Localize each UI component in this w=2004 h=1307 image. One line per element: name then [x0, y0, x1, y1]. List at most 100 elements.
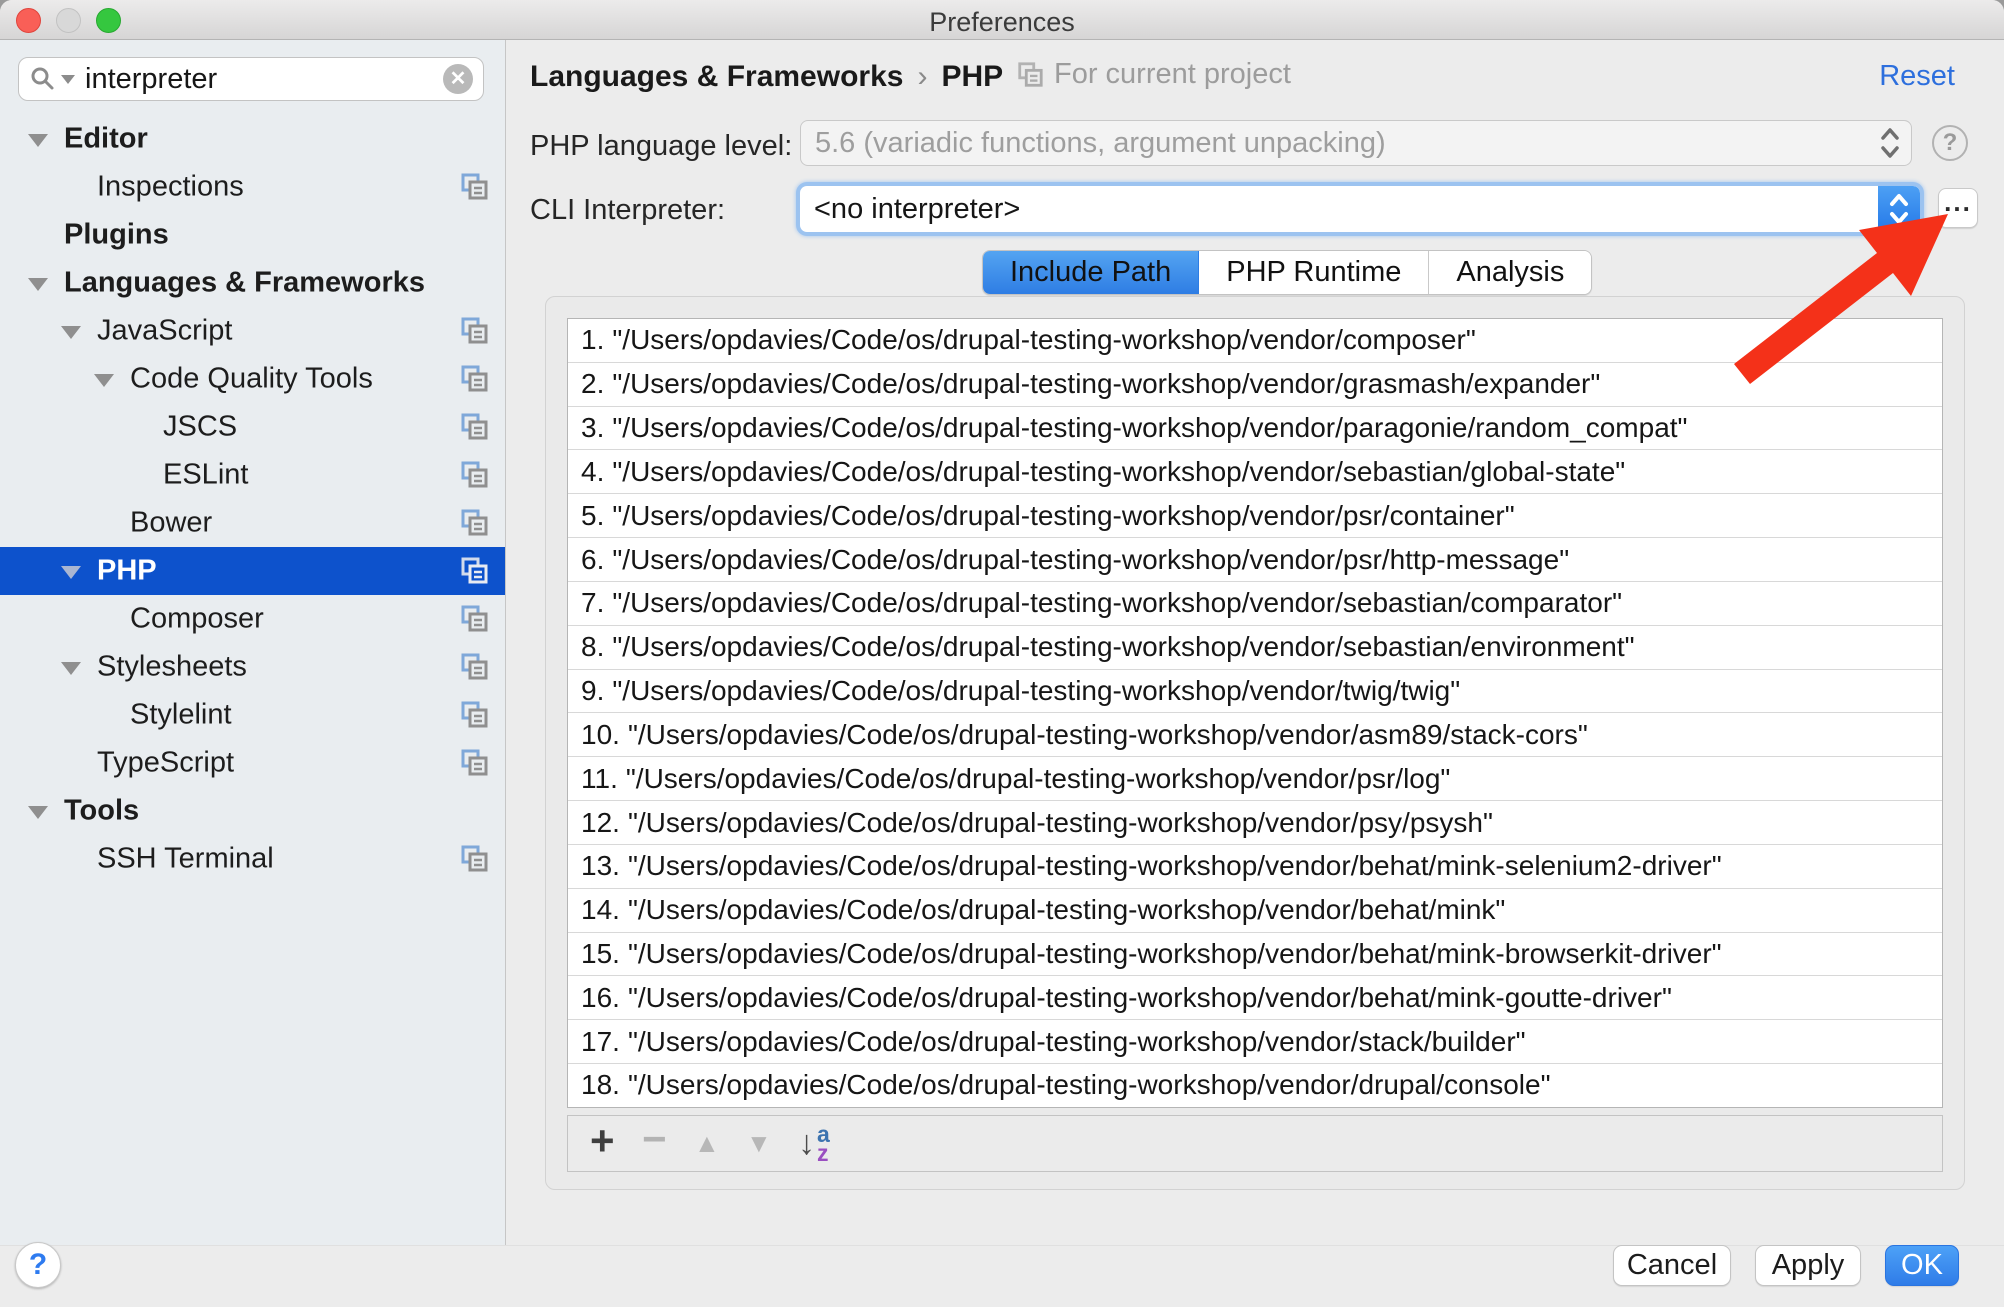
include-path-row[interactable]: 7."/Users/opdavies/Code/os/drupal-testin…: [568, 581, 1942, 625]
expand-arrow-icon[interactable]: [28, 806, 48, 819]
path-text: "/Users/opdavies/Code/os/drupal-testing-…: [612, 587, 1622, 619]
include-path-row[interactable]: 12."/Users/opdavies/Code/os/drupal-testi…: [568, 800, 1942, 844]
include-path-row[interactable]: 6."/Users/opdavies/Code/os/drupal-testin…: [568, 537, 1942, 581]
sidebar-item-label: Composer: [130, 603, 264, 636]
sidebar-item-editor[interactable]: Editor: [0, 115, 505, 163]
sidebar-item-php[interactable]: PHP: [0, 547, 505, 595]
sidebar-item-eslint[interactable]: ESLint: [0, 451, 505, 499]
include-path-row[interactable]: 10."/Users/opdavies/Code/os/drupal-testi…: [568, 712, 1942, 756]
copy-pages-icon: [459, 700, 489, 730]
scope-label: For current project: [1054, 58, 1291, 91]
sidebar-item-tools[interactable]: Tools: [0, 787, 505, 835]
sidebar-item-jscs[interactable]: JSCS: [0, 403, 505, 451]
cancel-button[interactable]: Cancel: [1613, 1245, 1731, 1286]
include-path-row[interactable]: 9."/Users/opdavies/Code/os/drupal-testin…: [568, 669, 1942, 713]
path-number: 12.: [581, 807, 620, 839]
sidebar-item-plugins[interactable]: Plugins: [0, 211, 505, 259]
path-text: "/Users/opdavies/Code/os/drupal-testing-…: [612, 324, 1475, 356]
sidebar-item-javascript[interactable]: JavaScript: [0, 307, 505, 355]
sidebar-item-code-quality-tools[interactable]: Code Quality Tools: [0, 355, 505, 403]
include-path-row[interactable]: 16."/Users/opdavies/Code/os/drupal-testi…: [568, 975, 1942, 1019]
sidebar-item-ssh-terminal[interactable]: SSH Terminal: [0, 835, 505, 883]
path-text: "/Users/opdavies/Code/os/drupal-testing-…: [628, 1069, 1551, 1101]
tab-include-path[interactable]: Include Path: [983, 251, 1199, 294]
move-up-button[interactable]: ▲: [694, 1128, 746, 1159]
tab-analysis[interactable]: Analysis: [1429, 251, 1591, 294]
sidebar-item-bower[interactable]: Bower: [0, 499, 505, 547]
sidebar-item-stylelint[interactable]: Stylelint: [0, 691, 505, 739]
sidebar-item-languages-frameworks[interactable]: Languages & Frameworks: [0, 259, 505, 307]
include-path-row[interactable]: 11."/Users/opdavies/Code/os/drupal-testi…: [568, 756, 1942, 800]
include-path-list[interactable]: 1."/Users/opdavies/Code/os/drupal-testin…: [567, 318, 1943, 1108]
expand-arrow-icon[interactable]: [94, 374, 114, 387]
include-path-row[interactable]: 14."/Users/opdavies/Code/os/drupal-testi…: [568, 888, 1942, 932]
window-title: Preferences: [0, 7, 2004, 38]
include-path-row[interactable]: 13."/Users/opdavies/Code/os/drupal-testi…: [568, 844, 1942, 888]
include-path-row[interactable]: 8."/Users/opdavies/Code/os/drupal-testin…: [568, 625, 1942, 669]
expand-arrow-icon[interactable]: [28, 134, 48, 147]
tab-php-runtime[interactable]: PHP Runtime: [1199, 251, 1429, 294]
preferences-window: Preferences ✕ EditorInspectionsPluginsLa…: [0, 0, 2004, 1307]
include-path-row[interactable]: 17."/Users/opdavies/Code/os/drupal-testi…: [568, 1019, 1942, 1063]
include-path-row[interactable]: 4."/Users/opdavies/Code/os/drupal-testin…: [568, 449, 1942, 493]
copy-pages-icon: [459, 172, 489, 202]
scope-indicator: For current project: [1016, 58, 1291, 91]
help-button[interactable]: ?: [15, 1242, 61, 1288]
include-path-row[interactable]: 3."/Users/opdavies/Code/os/drupal-testin…: [568, 406, 1942, 450]
include-path-row[interactable]: 15."/Users/opdavies/Code/os/drupal-testi…: [568, 932, 1942, 976]
search-box[interactable]: ✕: [18, 57, 484, 101]
path-text: "/Users/opdavies/Code/os/drupal-testing-…: [612, 675, 1460, 707]
project-scope-icon: [1016, 61, 1044, 89]
sidebar-item-inspections[interactable]: Inspections: [0, 163, 505, 211]
path-number: 11.: [581, 763, 618, 795]
apply-button[interactable]: Apply: [1755, 1245, 1861, 1286]
include-path-row[interactable]: 1."/Users/opdavies/Code/os/drupal-testin…: [568, 319, 1942, 362]
sort-alphabetically-button[interactable]: ↓ az: [798, 1124, 830, 1163]
sidebar-item-typescript[interactable]: TypeScript: [0, 739, 505, 787]
expand-arrow-icon[interactable]: [61, 662, 81, 675]
expand-arrow-icon[interactable]: [61, 326, 81, 339]
language-level-select[interactable]: 5.6 (variadic functions, argument unpack…: [800, 120, 1912, 166]
settings-tree: EditorInspectionsPluginsLanguages & Fram…: [0, 115, 505, 883]
cli-interpreter-select[interactable]: <no interpreter>: [796, 182, 1924, 236]
cli-interpreter-value: <no interpreter>: [800, 193, 1878, 226]
sidebar-item-label: Bower: [130, 507, 212, 540]
copy-pages-icon: [459, 748, 489, 778]
copy-pages-icon: [459, 652, 489, 682]
path-number: 10.: [581, 719, 620, 751]
search-input[interactable]: [83, 62, 443, 97]
sidebar-item-label: Stylelint: [130, 699, 232, 732]
reset-link[interactable]: Reset: [1879, 60, 1955, 93]
sidebar-item-label: ESLint: [163, 459, 248, 492]
breadcrumb-current: PHP: [941, 60, 1003, 93]
breadcrumb-parent[interactable]: Languages & Frameworks: [530, 60, 903, 93]
sidebar-item-composer[interactable]: Composer: [0, 595, 505, 643]
copy-pages-icon: [459, 412, 489, 442]
include-path-row[interactable]: 18."/Users/opdavies/Code/os/drupal-testi…: [568, 1063, 1942, 1107]
cli-stepper[interactable]: [1878, 186, 1920, 232]
sidebar-item-label: Code Quality Tools: [130, 363, 373, 396]
cli-interpreter-field[interactable]: <no interpreter>: [800, 186, 1920, 232]
sort-az-icon: az: [817, 1125, 830, 1163]
ok-button[interactable]: OK: [1885, 1245, 1959, 1286]
add-path-button[interactable]: +: [590, 1141, 642, 1147]
language-level-value: 5.6 (variadic functions, argument unpack…: [815, 127, 1879, 160]
path-text: "/Users/opdavies/Code/os/drupal-testing-…: [628, 850, 1722, 882]
include-path-row[interactable]: 2."/Users/opdavies/Code/os/drupal-testin…: [568, 362, 1942, 406]
copy-pages-icon: [459, 460, 489, 490]
language-level-help-icon[interactable]: ?: [1932, 125, 1968, 161]
expand-arrow-icon[interactable]: [28, 278, 48, 291]
move-down-button[interactable]: ▼: [746, 1128, 798, 1159]
titlebar[interactable]: Preferences: [0, 0, 2004, 40]
path-text: "/Users/opdavies/Code/os/drupal-testing-…: [628, 894, 1505, 926]
sidebar-item-stylesheets[interactable]: Stylesheets: [0, 643, 505, 691]
path-number: 3.: [581, 412, 604, 444]
clear-search-icon[interactable]: ✕: [443, 64, 473, 94]
remove-path-button[interactable]: −: [642, 1139, 694, 1149]
search-options-caret-icon[interactable]: [61, 75, 75, 84]
browse-interpreters-button[interactable]: ...: [1938, 188, 1978, 228]
expand-arrow-icon[interactable]: [61, 566, 81, 579]
include-path-row[interactable]: 5."/Users/opdavies/Code/os/drupal-testin…: [568, 493, 1942, 537]
path-text: "/Users/opdavies/Code/os/drupal-testing-…: [612, 631, 1634, 663]
path-number: 15.: [581, 938, 620, 970]
